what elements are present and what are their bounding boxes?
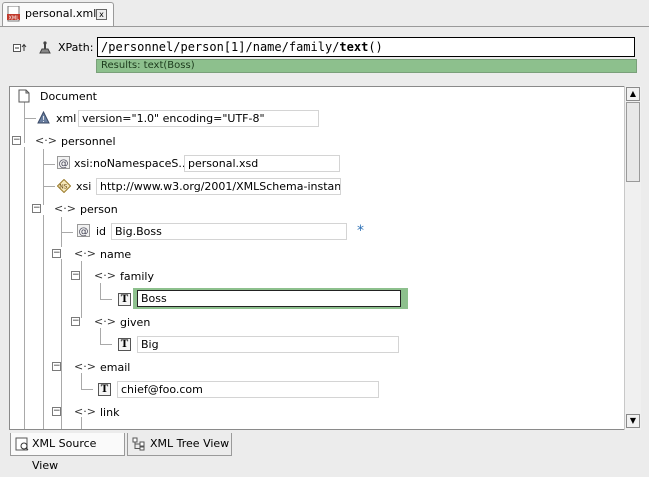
text-node-icon: T <box>118 338 131 351</box>
attr-nonamespace-value[interactable]: personal.xsd <box>184 155 340 172</box>
text-node-icon: T <box>98 383 111 396</box>
element-icon: <·> <box>74 360 96 373</box>
svg-text:@: @ <box>59 159 69 170</box>
xpath-expr-parens: () <box>368 40 383 54</box>
xpath-evaluate-icon[interactable] <box>37 41 53 55</box>
xpath-results-bar: Results: text(Boss) <box>96 59 637 73</box>
tab-xml-tree-view-label: XML Tree View <box>150 437 230 450</box>
id-attribute-marker: * <box>357 223 364 239</box>
person-node-label[interactable]: person <box>80 203 118 217</box>
svg-text:NS: NS <box>59 184 67 191</box>
text-node-icon: T <box>118 293 131 306</box>
attr-id-label: id <box>96 225 107 238</box>
email-text-value[interactable]: chief@foo.com <box>117 381 379 398</box>
namespace-value[interactable]: http://www.w3.org/2001/XMLSchema-instanc… <box>96 178 341 195</box>
link-node-label[interactable]: link <box>100 406 119 420</box>
file-tab[interactable]: XML personal.xml x <box>2 2 114 26</box>
collapse-personnel-icon[interactable]: − <box>12 136 21 145</box>
email-node-label[interactable]: email <box>100 361 130 375</box>
tab-xml-source-view-label: XML Source View <box>32 437 97 472</box>
collapse-family-icon[interactable]: − <box>71 271 80 280</box>
collapse-given-icon[interactable]: − <box>71 317 80 326</box>
element-icon: <·> <box>74 405 96 418</box>
collapse-all-icon[interactable] <box>13 42 29 54</box>
family-text-value[interactable]: Boss <box>137 290 401 307</box>
element-icon: <·> <box>35 134 57 147</box>
xml-decl-label: xml <box>56 112 77 125</box>
scroll-up-icon[interactable]: ▲ <box>626 87 640 101</box>
element-icon: <·> <box>94 315 116 328</box>
xml-file-icon: XML <box>7 5 21 22</box>
close-tab-icon[interactable]: x <box>96 9 107 20</box>
document-icon <box>17 89 31 103</box>
scroll-down-icon[interactable]: ▼ <box>626 414 640 428</box>
svg-text:@: @ <box>79 227 89 238</box>
svg-text:XML: XML <box>9 15 20 21</box>
attribute-icon: @ <box>77 224 90 238</box>
xml-tree-panel: Document ! xml version="1.0" encoding="U… <box>9 86 641 430</box>
element-icon: <·> <box>54 202 76 215</box>
scrollbar-thumb[interactable] <box>626 102 640 182</box>
collapse-name-icon[interactable]: − <box>52 249 61 258</box>
element-icon: <·> <box>74 247 96 260</box>
element-icon: <·> <box>94 269 116 282</box>
file-tab-title: personal.xml <box>25 7 97 20</box>
tree-view-icon <box>132 437 146 451</box>
xpath-input[interactable]: /personnel/person[1]/name/family/text() <box>97 37 635 57</box>
svg-text:!: ! <box>42 115 45 124</box>
namespace-label: xsi <box>76 180 92 193</box>
warning-icon: ! <box>37 110 50 124</box>
xpath-expr-function: text <box>339 40 369 54</box>
tab-xml-tree-view[interactable]: XML Tree View <box>127 433 232 456</box>
attribute-icon: @ <box>57 156 70 170</box>
xpath-label: XPath: <box>58 41 94 54</box>
personnel-node-label[interactable]: personnel <box>61 135 116 149</box>
attr-id-value[interactable]: Big.Boss <box>111 223 347 240</box>
name-node-label[interactable]: name <box>100 248 131 262</box>
namespace-icon: NS <box>56 178 72 194</box>
source-view-icon <box>15 437 29 451</box>
collapse-link-icon[interactable]: − <box>52 407 61 416</box>
xml-decl-value[interactable]: version="1.0" encoding="UTF-8" <box>78 110 319 127</box>
collapse-person-icon[interactable]: − <box>32 204 41 213</box>
attr-nonamespace-label: xsi:noNamespaceS... <box>74 157 189 170</box>
given-text-value[interactable]: Big <box>137 336 399 353</box>
vertical-scrollbar[interactable]: ▲ ▼ <box>624 86 641 430</box>
document-node-label[interactable]: Document <box>40 90 97 104</box>
family-node-label[interactable]: family <box>120 270 154 284</box>
given-node-label[interactable]: given <box>120 316 150 330</box>
tab-xml-source-view[interactable]: XML Source View <box>10 433 125 472</box>
xpath-expr-path: /personnel/person[1]/name/family/ <box>101 40 340 54</box>
collapse-email-icon[interactable]: − <box>52 362 61 371</box>
